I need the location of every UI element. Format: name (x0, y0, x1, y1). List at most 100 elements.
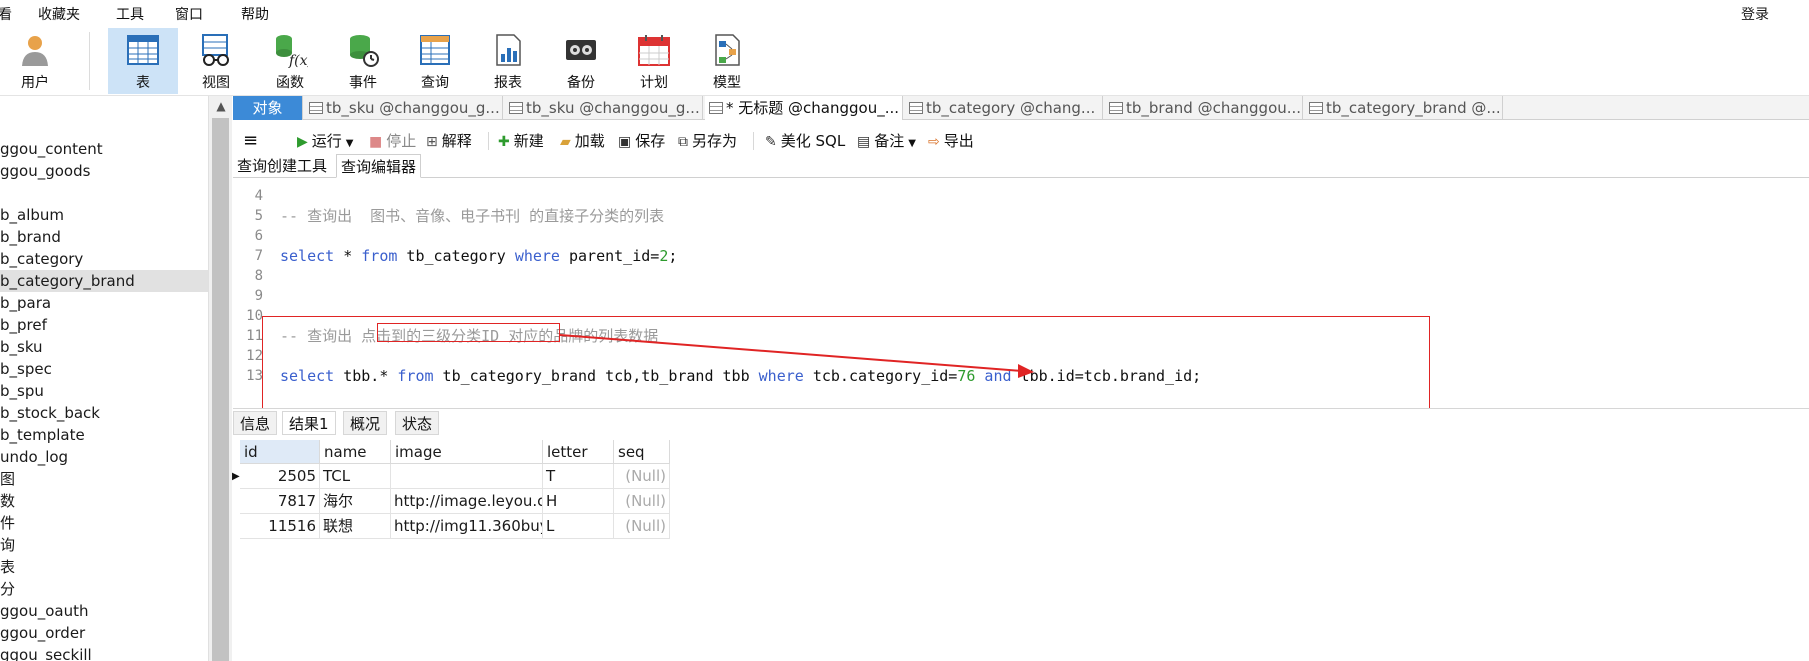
tab-tb-category-brand[interactable]: tb_category_brand @... (1305, 96, 1503, 120)
cell-seq[interactable]: (Null) (614, 464, 670, 489)
tree-item[interactable]: b_category_brand (0, 270, 208, 292)
query-icon (420, 35, 450, 65)
user-icon (22, 36, 48, 66)
tree-item[interactable]: ggou_goods (0, 160, 208, 182)
tree-item[interactable]: b_stock_back (0, 402, 208, 424)
tree-item[interactable]: 表 (0, 556, 208, 578)
save-button[interactable]: ▣ 保存 (618, 130, 665, 152)
ribbon-query-button[interactable]: 查询 (400, 28, 470, 94)
cell-image[interactable]: http://img11.360buy (391, 514, 543, 539)
tree-item[interactable]: ggou_oauth (0, 600, 208, 622)
column-header-letter[interactable]: letter (543, 440, 614, 464)
table-icon (309, 102, 323, 114)
menu-favorites[interactable]: 收藏夹 (38, 4, 80, 24)
cell-name[interactable]: 海尔 (320, 489, 391, 514)
note-button[interactable]: ▤ 备注 ▼ (857, 130, 916, 152)
ribbon-user-button[interactable]: 用户 (0, 28, 70, 94)
ribbon-model-button[interactable]: 模型 (692, 28, 762, 94)
tree-item[interactable]: b_spec (0, 358, 208, 380)
tree-item[interactable]: 数 (0, 490, 208, 512)
scroll-up-icon[interactable]: ▲ (209, 96, 233, 116)
tree-item[interactable]: b_sku (0, 336, 208, 358)
tree-item[interactable]: b_template (0, 424, 208, 446)
tree-item[interactable]: ggou_content (0, 138, 208, 160)
tree-item[interactable]: b_pref (0, 314, 208, 336)
tab-query-editor[interactable]: 查询编辑器 (336, 154, 422, 178)
menu-tools[interactable]: 工具 (116, 4, 144, 24)
column-header-id[interactable]: id (240, 440, 320, 464)
stop-button[interactable]: ■ 停止 (369, 130, 416, 152)
cell-name[interactable]: 联想 (320, 514, 391, 539)
scrollbar-thumb[interactable] (212, 118, 229, 661)
tab-query-builder[interactable]: 查询创建工具 (233, 154, 331, 178)
tree-item[interactable]: 件 (0, 512, 208, 534)
tree-item[interactable]: b_spu (0, 380, 208, 402)
tree-item[interactable]: ggou_order (0, 622, 208, 644)
tree-item[interactable]: 图 (0, 468, 208, 490)
export-button[interactable]: ⇨ 导出 (928, 130, 974, 152)
tab-profile[interactable]: 概况 (343, 411, 388, 435)
menu-help[interactable]: 帮助 (241, 4, 269, 24)
tree-item[interactable]: b_album (0, 204, 208, 226)
column-header-image[interactable]: image (391, 440, 543, 464)
cell-id[interactable]: 7817 (240, 489, 320, 514)
tab-result-1[interactable]: 结果1 (282, 411, 336, 435)
tree-item[interactable]: b_para (0, 292, 208, 314)
tab-tb-category[interactable]: tb_category @chang... (905, 96, 1103, 120)
cell-name[interactable]: TCL (320, 464, 391, 489)
tab-status[interactable]: 状态 (395, 411, 440, 435)
column-header-seq[interactable]: seq (614, 440, 670, 464)
cell-id[interactable]: 2505 (240, 464, 320, 489)
cell-image[interactable]: http://image.leyou.c (391, 489, 543, 514)
cell-seq[interactable]: (Null) (614, 489, 670, 514)
tree-item[interactable]: b_category (0, 248, 208, 270)
ribbon-function-button[interactable]: f(x) 函数 (255, 28, 325, 94)
beautify-sql-button[interactable]: ✎ 美化 SQL (765, 130, 845, 152)
run-button[interactable]: ▶ 运行 ▼ (297, 130, 354, 152)
cell-image[interactable] (391, 464, 543, 489)
column-header-name[interactable]: name (320, 440, 391, 464)
tab-tb-sku[interactable]: tb_sku @changgou_g... (305, 96, 503, 120)
ribbon-backup-button[interactable]: 备份 (546, 28, 616, 94)
tab-info[interactable]: 信息 (233, 411, 278, 435)
tree-item[interactable] (0, 182, 208, 204)
login-link[interactable]: 登录 (1741, 4, 1769, 24)
play-icon: ▶ (297, 134, 308, 150)
ribbon-event-button[interactable]: 事件 (328, 28, 398, 94)
cell-letter[interactable]: T (543, 464, 614, 489)
tree-item[interactable]: ggou_seckill (0, 644, 208, 661)
tree-item[interactable]: b_brand (0, 226, 208, 248)
tab-tb-brand[interactable]: tb_brand @changgou... (1105, 96, 1303, 120)
save-as-button[interactable]: ⧉ 另存为 (678, 130, 737, 152)
tab-untitled-query[interactable]: * 无标题 @changgou_... (705, 96, 903, 120)
cell-seq[interactable]: (Null) (614, 514, 670, 539)
stop-icon: ■ (369, 134, 383, 150)
menu-window[interactable]: 窗口 (175, 4, 203, 24)
sql-keyword: select (280, 247, 335, 265)
cell-letter[interactable]: H (543, 489, 614, 514)
cell-id[interactable]: 11516 (240, 514, 320, 539)
ribbon-schedule-button[interactable]: 计划 (619, 28, 689, 94)
table-row[interactable]: ▶ 2505 TCL T (Null) (232, 464, 670, 489)
ribbon-view-button[interactable]: 视图 (181, 28, 251, 94)
ribbon-report-button[interactable]: 报表 (473, 28, 543, 94)
tab-tb-sku-design[interactable]: tb_sku @changgou_g... (505, 96, 703, 120)
result-grid[interactable]: id name image letter seq ▶ 2505 TCL T (Null)… (232, 440, 670, 540)
tab-objects[interactable]: 对象 (233, 96, 303, 120)
table-row[interactable]: 11516 联想 http://img11.360buy L (Null) (240, 514, 670, 539)
tree-item[interactable]: 询 (0, 534, 208, 556)
query-toolbar: ≡ ▶ 运行 ▼ ■ 停止 ⊞ 解释 ✚ 新建 ▰ 加载 ▣ 保存 ⧉ 另存为 ✎ 美化 SQL … (233, 126, 1809, 154)
load-button[interactable]: ▰ 加载 (560, 130, 605, 152)
menu-icon[interactable]: ≡ (243, 130, 258, 152)
ribbon-table-button[interactable]: 表 (108, 28, 178, 94)
tree-scrollbar[interactable]: ▲ (208, 96, 232, 661)
tree-item[interactable]: undo_log (0, 446, 208, 468)
explain-button[interactable]: ⊞ 解释 (426, 130, 472, 152)
new-button[interactable]: ✚ 新建 (498, 130, 544, 152)
table-row[interactable]: 7817 海尔 http://image.leyou.c H (Null) (240, 489, 670, 514)
menu-view[interactable]: 看 (0, 4, 12, 24)
sql-text: tb_category (397, 247, 515, 265)
save-icon: ▣ (618, 134, 632, 150)
cell-letter[interactable]: L (543, 514, 614, 539)
tree-item[interactable]: 分 (0, 578, 208, 600)
